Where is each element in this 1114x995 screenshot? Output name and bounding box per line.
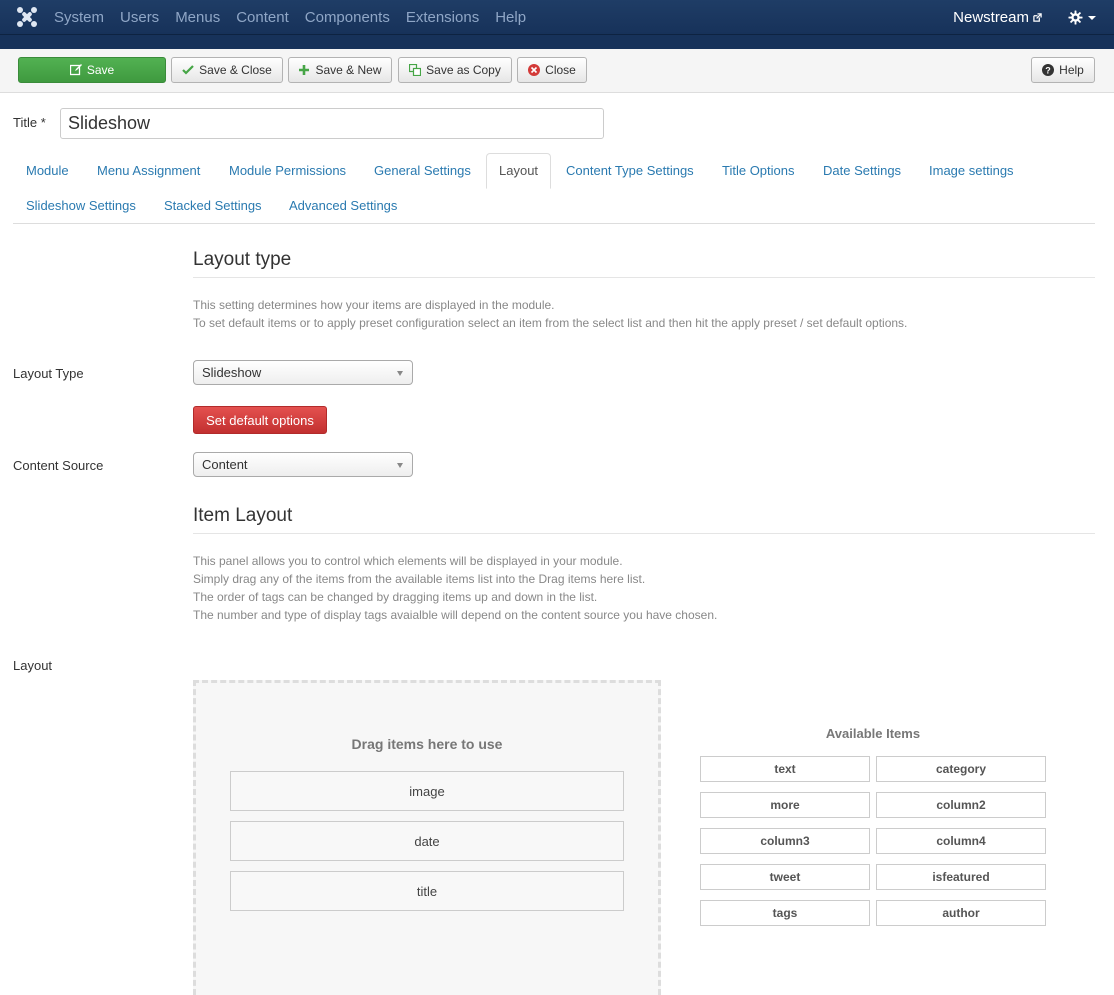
nav-right: Newstream <box>953 0 1096 35</box>
available-item-column3[interactable]: column3 <box>700 828 870 854</box>
subheader-strip <box>0 35 1114 49</box>
chevron-down-icon <box>397 463 403 468</box>
title-input[interactable]: Slideshow <box>60 108 604 139</box>
tab-general-settings[interactable]: General Settings <box>374 163 471 178</box>
tab-image-settings[interactable]: Image settings <box>929 163 1014 178</box>
tab-title-options[interactable]: Title Options <box>722 163 795 178</box>
tab-stacked-settings[interactable]: Stacked Settings <box>164 198 262 213</box>
available-item-tags[interactable]: tags <box>700 900 870 926</box>
save-copy-button[interactable]: Save as Copy <box>398 57 512 83</box>
save-new-label: Save & New <box>315 63 382 77</box>
help-label: Help <box>1059 63 1084 77</box>
drop-zone[interactable]: Drag items here to use image date title <box>193 680 661 995</box>
chevron-down-icon <box>1088 15 1096 20</box>
available-items-title: Available Items <box>825 726 921 741</box>
content-source-select[interactable]: Content <box>193 452 413 477</box>
save-label: Save <box>86 63 115 77</box>
available-item-isfeatured[interactable]: isfeatured <box>876 864 1046 890</box>
content-source-value: Content <box>202 457 248 472</box>
used-item-title[interactable]: title <box>230 871 624 911</box>
joomla-logo-icon[interactable] <box>16 6 38 28</box>
user-menu-toggle[interactable] <box>1068 10 1096 25</box>
layout-type-desc-line-1: This setting determines how your items a… <box>193 298 555 312</box>
help-button[interactable]: ? Help <box>1031 57 1095 83</box>
check-icon <box>182 64 194 76</box>
layout-type-heading: Layout type <box>193 249 292 270</box>
available-item-tweet[interactable]: tweet <box>700 864 870 890</box>
layout-type-desc-line-2: To set default items or to apply preset … <box>193 316 908 330</box>
item-layout-heading: Item Layout <box>193 505 293 526</box>
site-name: Newstream <box>953 9 1029 26</box>
save-close-label: Save & Close <box>199 63 272 77</box>
save-close-button[interactable]: Save & Close <box>171 57 283 83</box>
content-source-label: Content Source <box>13 458 104 473</box>
available-item-more[interactable]: more <box>700 792 870 818</box>
used-item-image[interactable]: image <box>230 771 624 811</box>
tab-module[interactable]: Module <box>26 163 69 178</box>
tabs-divider <box>13 223 1095 224</box>
menu-components[interactable]: Components <box>305 9 390 26</box>
copy-icon <box>409 64 422 76</box>
close-circle-icon <box>528 64 541 76</box>
svg-text:?: ? <box>1045 66 1051 76</box>
close-button[interactable]: Close <box>517 57 587 83</box>
menu-system[interactable]: System <box>54 9 104 26</box>
tab-content-type-settings[interactable]: Content Type Settings <box>566 163 694 178</box>
available-item-author[interactable]: author <box>876 900 1046 926</box>
item-layout-rule <box>193 533 1095 534</box>
item-layout-desc-line-2: Simply drag any of the items from the av… <box>193 572 646 586</box>
layout-type-rule <box>193 277 1095 278</box>
layout-type-label: Layout Type <box>13 366 84 381</box>
available-item-column2[interactable]: column2 <box>876 792 1046 818</box>
layout-type-select[interactable]: Slideshow <box>193 360 413 385</box>
main-menu: System Users Menus Content Components Ex… <box>54 0 542 35</box>
menu-menus[interactable]: Menus <box>175 9 220 26</box>
drop-zone-title: Drag items here to use <box>351 736 503 752</box>
edit-icon <box>69 64 82 76</box>
tab-layout[interactable]: Layout <box>486 153 552 189</box>
available-item-column4[interactable]: column4 <box>876 828 1046 854</box>
top-navbar: System Users Menus Content Components Ex… <box>0 0 1114 35</box>
toolbar: Save Save & Close Save & New Save as Cop… <box>0 49 1114 93</box>
layout-label: Layout <box>13 658 53 673</box>
tab-advanced-settings[interactable]: Advanced Settings <box>289 198 397 213</box>
tab-menu-assignment[interactable]: Menu Assignment <box>97 163 200 178</box>
available-item-category[interactable]: category <box>876 756 1046 782</box>
question-circle-icon: ? <box>1042 64 1055 76</box>
menu-help[interactable]: Help <box>495 9 526 26</box>
set-default-options-button[interactable]: Set default options <box>193 406 327 434</box>
tab-slideshow-settings[interactable]: Slideshow Settings <box>26 198 136 213</box>
chevron-down-icon <box>397 371 403 376</box>
site-link[interactable]: Newstream <box>953 9 1042 26</box>
layout-type-value: Slideshow <box>202 365 262 380</box>
tab-date-settings[interactable]: Date Settings <box>823 163 901 178</box>
menu-extensions[interactable]: Extensions <box>406 9 479 26</box>
title-label: Title * <box>13 115 46 130</box>
save-button[interactable]: Save <box>18 57 166 83</box>
tab-module-permissions[interactable]: Module Permissions <box>229 163 346 178</box>
menu-users[interactable]: Users <box>120 9 159 26</box>
item-layout-desc-line-1: This panel allows you to control which e… <box>193 554 623 568</box>
plus-icon <box>298 64 310 76</box>
item-layout-desc-line-4: The number and type of display tags avai… <box>193 608 718 622</box>
item-layout-desc-line-3: The order of tags can be changed by drag… <box>193 590 598 604</box>
close-label: Close <box>545 63 576 77</box>
external-link-icon <box>1033 13 1042 22</box>
menu-content[interactable]: Content <box>236 9 289 26</box>
gear-icon <box>1068 10 1083 25</box>
save-copy-label: Save as Copy <box>426 63 501 77</box>
used-item-date[interactable]: date <box>230 821 624 861</box>
layout-type-description: This setting determines how your items a… <box>193 296 907 332</box>
save-new-button[interactable]: Save & New <box>288 57 392 83</box>
item-layout-description: This panel allows you to control which e… <box>193 552 717 624</box>
available-item-text[interactable]: text <box>700 756 870 782</box>
